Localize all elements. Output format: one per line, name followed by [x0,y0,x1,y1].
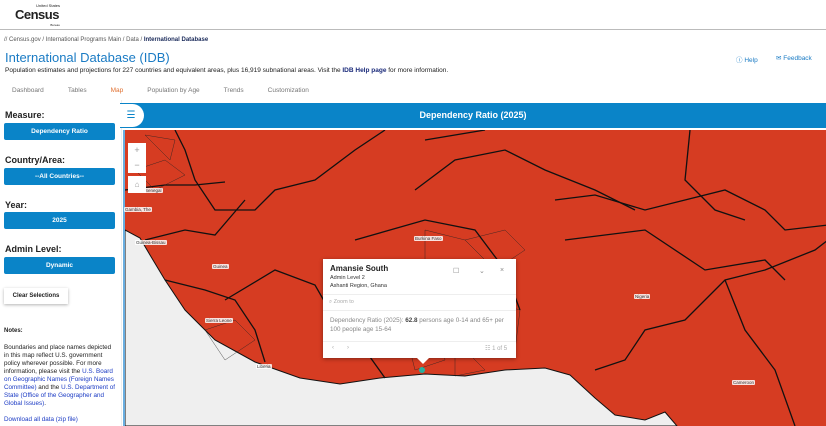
download-link[interactable]: Download all data (zip file) [4,416,78,423]
page-subtitle: Population estimates and projections for… [5,67,448,74]
year-select[interactable]: 2025 [4,212,115,229]
census-logo[interactable]: United States Census Bureau [15,3,60,27]
divider [323,310,516,311]
notes-text: Boundaries and place names depicted in t… [4,344,116,424]
map-label-gambia: Gambia, The [124,207,152,212]
tab-trends[interactable]: Trends [212,85,256,100]
subtitle-text: for more information. [386,67,449,74]
measure-value: 62.8 [405,317,418,324]
list-icon: ☷ [485,346,491,352]
popup-admin-level: Admin Level 2 [330,275,365,281]
mail-icon: ✉ [776,55,782,62]
page-title: International Database (IDB) [5,50,170,65]
site-header: United States Census Bureau [0,0,826,30]
measure-label: Measure: [5,110,45,120]
zoom-to-label: Zoom to [333,299,354,305]
tab-tables[interactable]: Tables [56,85,99,100]
logo-text: Census [15,7,59,22]
help-label: Help [744,57,758,64]
measure-select[interactable]: Dependency Ratio [4,123,115,140]
subtitle-text: Population estimates and projections for… [5,67,343,74]
next-feature-button[interactable]: › [347,345,349,351]
sidebar: Measure: Dependency Ratio Country/Area: … [0,100,122,426]
logo-text: Bureau [50,23,60,27]
tab-customization[interactable]: Customization [256,85,321,100]
close-icon[interactable]: × [500,267,504,274]
clear-selections-button[interactable]: Clear Selections [4,288,68,304]
measure-name: Dependency Ratio (2025): [330,317,406,324]
divider [323,341,516,342]
country-label: Country/Area: [5,155,66,165]
feature-pager: 1 of 5 [492,346,508,352]
selected-area-marker[interactable] [419,367,425,373]
help-link[interactable]: ⓘ Help [736,54,758,64]
zoom-out-button[interactable]: − [128,158,146,173]
crumb-current: International Database [143,37,209,43]
notes-heading: Notes: [4,328,23,334]
home-icon: ⌂ [134,180,140,189]
zoom-icon: ⌕ [329,299,333,305]
zoom-in-button[interactable]: + [128,143,146,158]
country-select[interactable]: --All Countries-- [4,168,115,185]
notes-body: and the [36,384,62,391]
zoom-to-button[interactable]: ⌕ Zoom to [329,299,354,306]
collapse-chevron-icon[interactable]: ⌄ [479,267,485,275]
popup-region: Ashanti Region, Ghana [330,283,387,289]
feedback-link[interactable]: ✉ Feedback [776,54,812,62]
help-icon: ⓘ [736,57,743,64]
year-label: Year: [5,200,28,210]
tab-dashboard[interactable]: Dashboard [0,85,56,100]
admin-level-label: Admin Level: [5,244,62,254]
zoom-control: + − [128,143,146,173]
dock-icon[interactable]: ☐ [453,267,459,275]
map-label-nigeria: Nigeria [634,294,651,299]
crumb-ipm[interactable]: International Programs Main [46,37,121,43]
popup-title: Amansie South [330,264,389,273]
home-button[interactable]: ⌂ [128,176,146,193]
divider [323,294,516,295]
tab-map[interactable]: Map [99,85,136,100]
tab-population-by-age[interactable]: Population by Age [135,85,211,100]
previous-feature-button[interactable]: ‹ [332,345,334,351]
map-label-liberia: Liberia [256,364,272,369]
feature-list-button[interactable]: ☷ 1 of 5 [485,345,507,352]
map-label-guinea: Guinea [212,264,229,269]
notes-body: . [44,400,46,407]
map-label-sierra-leone: Sierra Leone [205,318,233,323]
map-title: Dependency Ratio (2025) [120,103,826,128]
admin-level-select[interactable]: Dynamic [4,257,115,274]
feedback-label: Feedback [783,55,812,62]
tab-bar: Dashboard Tables Map Population by Age T… [0,85,321,100]
breadcrumb: // Census.gov / International Programs M… [4,37,209,43]
collapse-menu-icon: ☰ [126,110,136,121]
map-label-cameroon: Cameroon [732,380,756,385]
collapse-sidebar-button[interactable]: ☰ [118,104,144,127]
map-label-burkina-faso: Burkina Faso [414,236,443,241]
map-label-guinea-bissau: Guinea-Bissau [135,240,167,245]
idb-help-link[interactable]: IDB Help page [342,67,386,74]
feature-popup: Amansie South Admin Level 2 Ashanti Regi… [323,259,516,364]
crumb-data[interactable]: Data [126,37,139,43]
popup-content: Dependency Ratio (2025): 62.8 persons ag… [330,316,510,334]
map-label-senegal: Senegal [144,188,163,193]
crumb-census[interactable]: Census.gov [9,37,41,43]
